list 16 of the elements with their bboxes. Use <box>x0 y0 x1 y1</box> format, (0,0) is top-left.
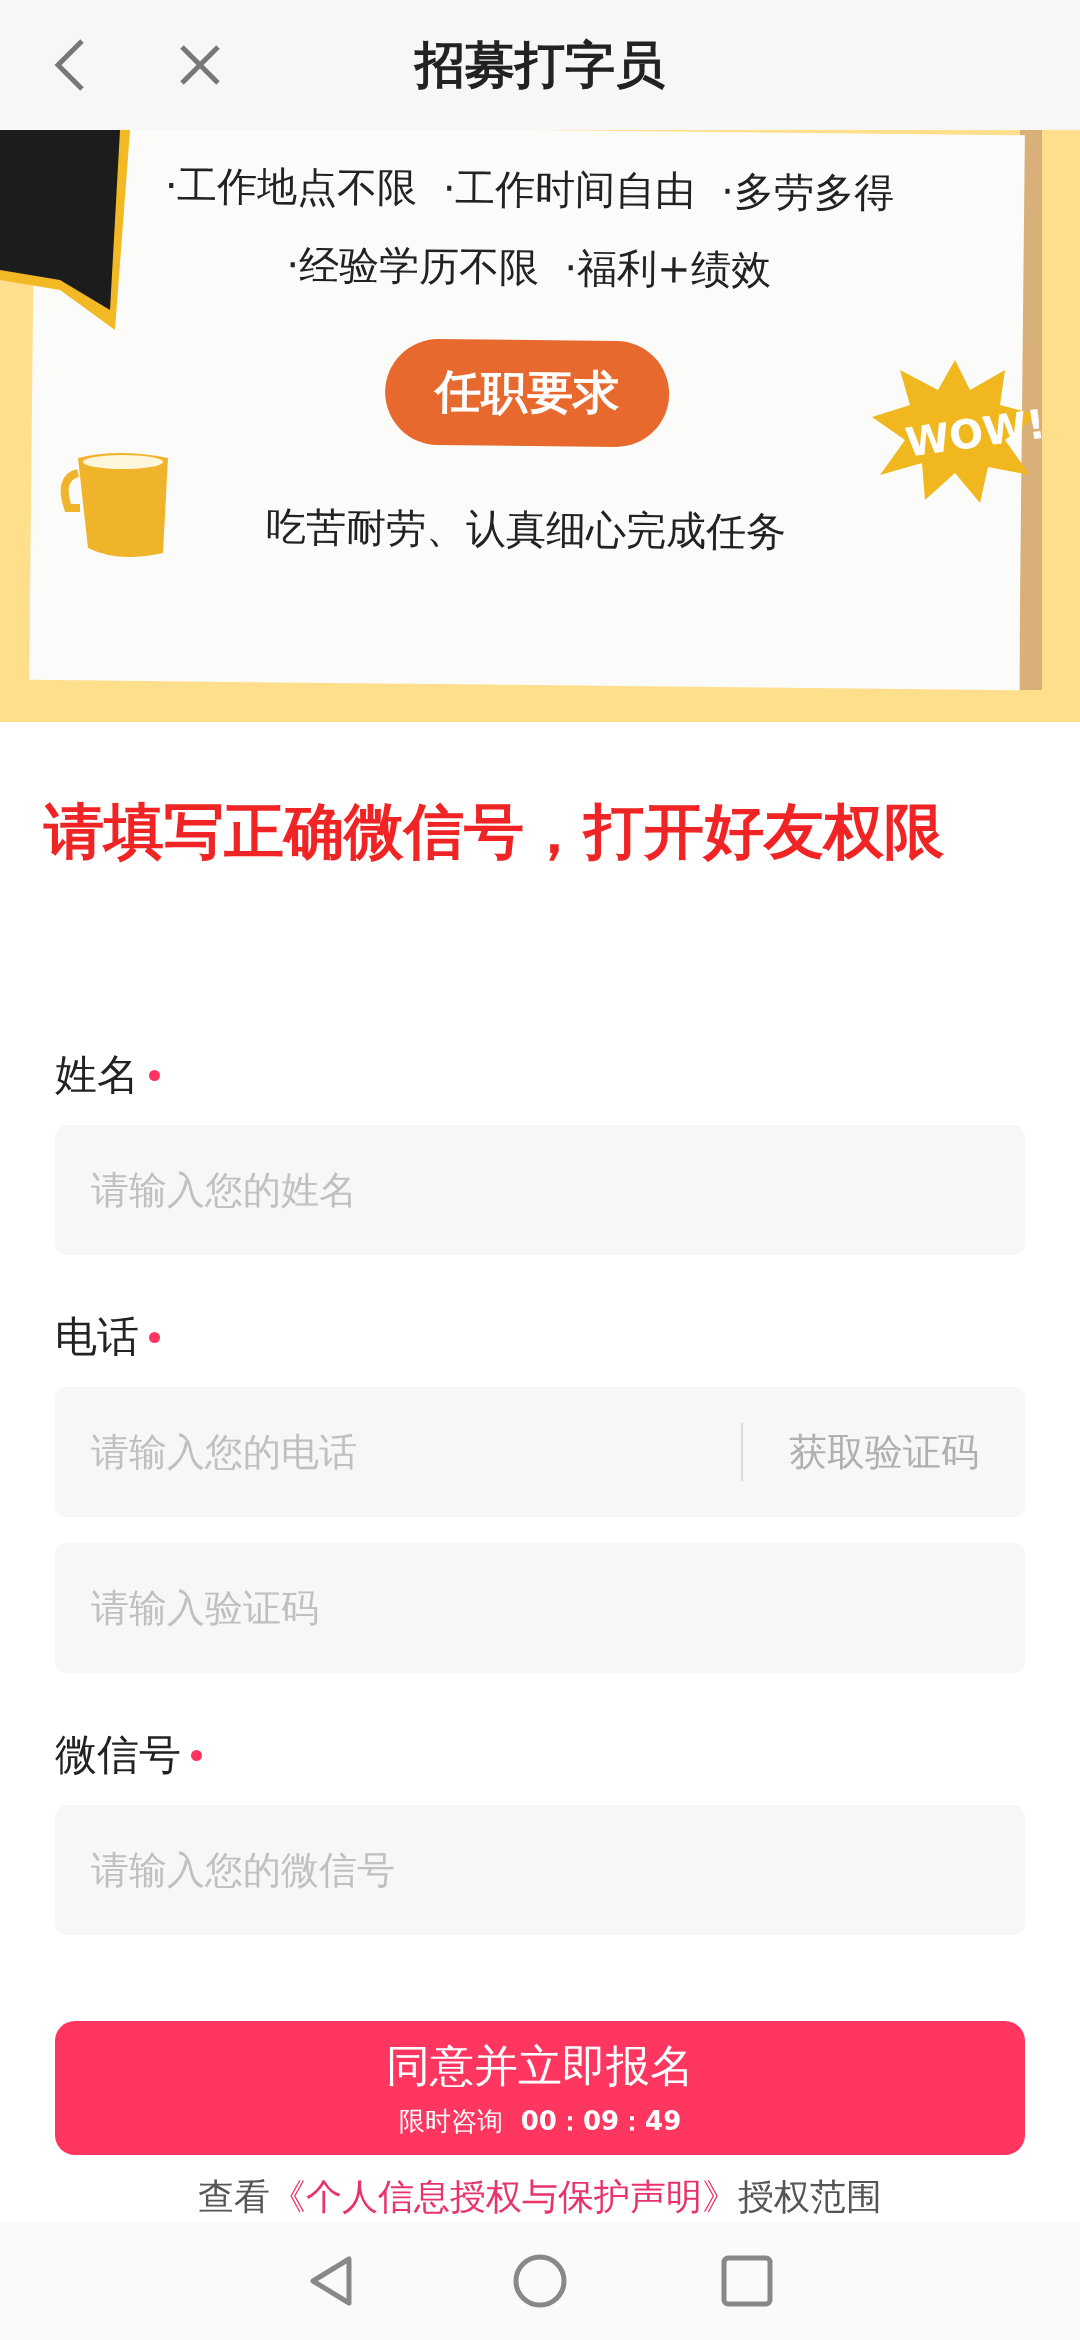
benefits-text: ·工作地点不限 ·工作时间自由 ·多劳多得 <box>164 161 895 218</box>
home-icon[interactable] <box>512 2253 568 2309</box>
consent-text: 查看《个人信息授权与保护声明》授权范围 <box>197 2175 883 2219</box>
field-label: 电话 <box>55 1311 139 1363</box>
page-title: 招募打字员 <box>415 34 665 96</box>
field-label: 微信号 <box>55 1729 181 1781</box>
submit-button[interactable]: 同意并立即报名 限时咨询 00：09：49 <box>55 2021 1025 2155</box>
benefits-text: ·经验学历不限 ·福利+绩效 <box>285 240 772 295</box>
requirements-text: 吃苦耐劳、认真细心完成任务 <box>265 502 786 557</box>
notice-text: 请填写正确微信号，打开好友权限 <box>42 795 945 868</box>
get-code-button[interactable]: 获取验证码 <box>743 1426 1025 1478</box>
privacy-link[interactable]: 《个人信息授权与保护声明》 <box>270 2176 738 2217</box>
close-icon[interactable] <box>178 43 222 87</box>
requirements-tag: 任职要求 <box>384 338 670 448</box>
sticker-text: WOW! <box>902 400 1048 466</box>
field-label: 姓名 <box>55 1049 139 1101</box>
